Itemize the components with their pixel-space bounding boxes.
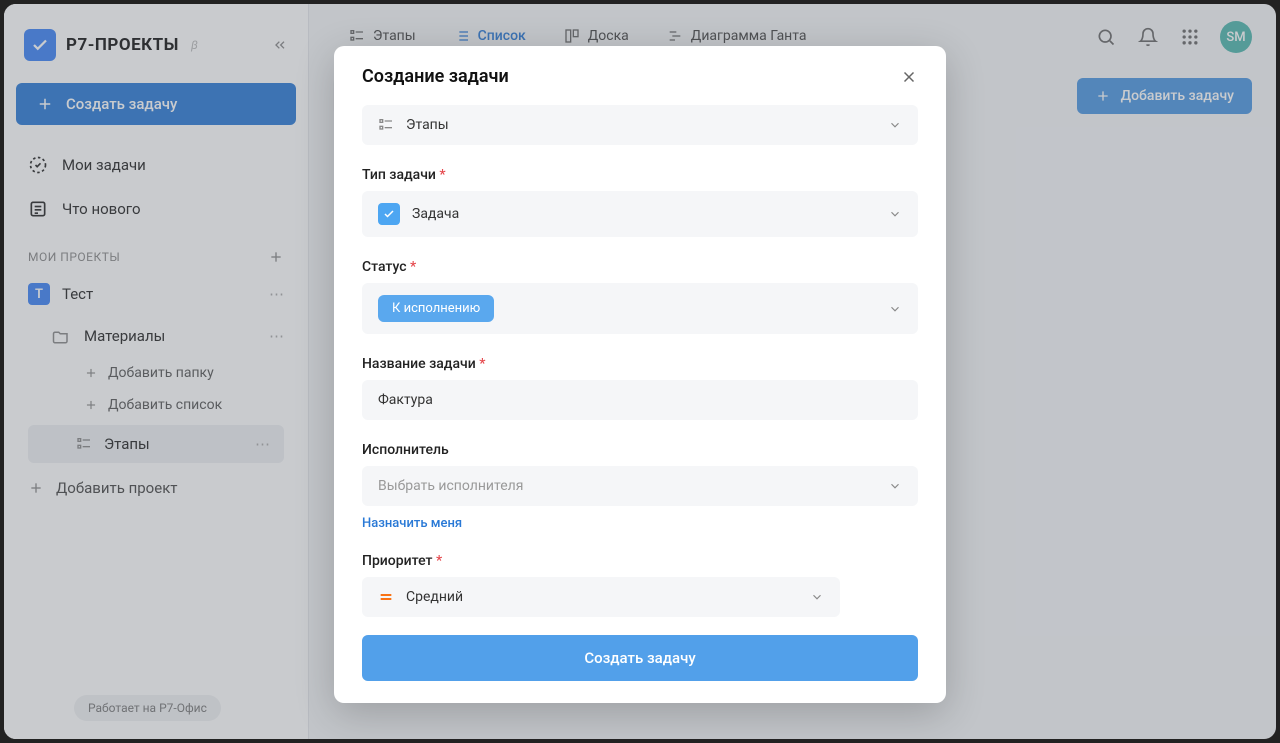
chevron-down-icon	[888, 207, 902, 221]
task-type-icon	[378, 203, 400, 225]
status-group: Статус * К исполнению	[362, 259, 918, 334]
modal-overlay[interactable]: Создание задачи Этапы Ти	[4, 4, 1276, 739]
modal-header: Создание задачи	[334, 46, 946, 99]
modal-footer: Создать задачу	[334, 635, 946, 703]
assign-me-link[interactable]: Назначить меня	[362, 516, 462, 531]
task-type-group: Тип задачи * Задача	[362, 167, 918, 237]
close-icon[interactable]	[900, 68, 918, 86]
priority-group: Приоритет * Средний	[362, 553, 918, 617]
chevron-down-icon	[888, 118, 902, 132]
list-select[interactable]: Этапы	[362, 105, 918, 145]
assignee-label: Исполнитель	[362, 442, 918, 458]
priority-value: Средний	[406, 589, 463, 605]
status-pill: К исполнению	[378, 295, 494, 322]
modal-title: Создание задачи	[362, 66, 509, 87]
chevron-down-icon	[810, 590, 824, 604]
name-label: Название задачи *	[362, 356, 918, 372]
task-type-select[interactable]: Задача	[362, 191, 918, 237]
create-task-modal: Создание задачи Этапы Ти	[334, 46, 946, 703]
assignee-placeholder: Выбрать исполнителя	[378, 478, 523, 494]
modal-body: Этапы Тип задачи * Задача	[334, 99, 946, 635]
task-type-label: Тип задачи *	[362, 167, 918, 183]
priority-select[interactable]: Средний	[362, 577, 840, 617]
assignee-group: Исполнитель Выбрать исполнителя Назначит…	[362, 442, 918, 531]
chevron-down-icon	[888, 302, 902, 316]
list-select-value: Этапы	[406, 117, 449, 133]
assignee-select[interactable]: Выбрать исполнителя	[362, 466, 918, 506]
list-select-icon	[378, 117, 394, 133]
chevron-down-icon	[888, 479, 902, 493]
priority-icon	[378, 589, 394, 605]
status-label: Статус *	[362, 259, 918, 275]
name-group: Название задачи *	[362, 356, 918, 420]
task-type-value: Задача	[412, 206, 459, 222]
priority-label: Приоритет *	[362, 553, 918, 569]
submit-button[interactable]: Создать задачу	[362, 635, 918, 681]
task-name-input[interactable]	[362, 380, 918, 420]
status-select[interactable]: К исполнению	[362, 283, 918, 334]
